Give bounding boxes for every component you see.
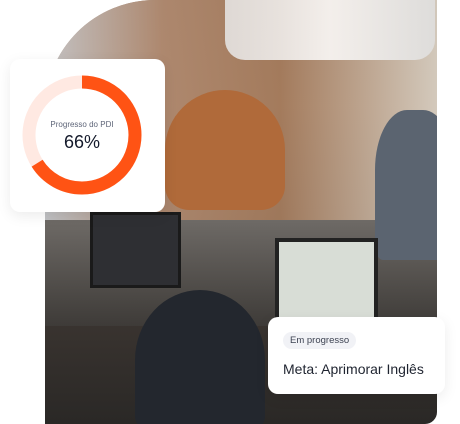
photo-laptop bbox=[90, 212, 181, 288]
photo-laptop bbox=[275, 238, 378, 321]
progress-value: 66% bbox=[63, 132, 101, 152]
photo-lamp bbox=[225, 0, 435, 60]
progress-label: Progresso do PDI bbox=[50, 120, 114, 129]
photo-person bbox=[375, 110, 437, 260]
goal-title: Meta: Aprimorar Inglês bbox=[283, 361, 424, 377]
photo-person bbox=[135, 290, 265, 424]
status-badge: Em progresso bbox=[283, 332, 357, 349]
pdi-progress-card: Progresso do PDI 66% bbox=[10, 59, 165, 212]
goal-card: Em progresso Meta: Aprimorar Inglês bbox=[268, 317, 445, 394]
photo-person bbox=[165, 90, 285, 210]
